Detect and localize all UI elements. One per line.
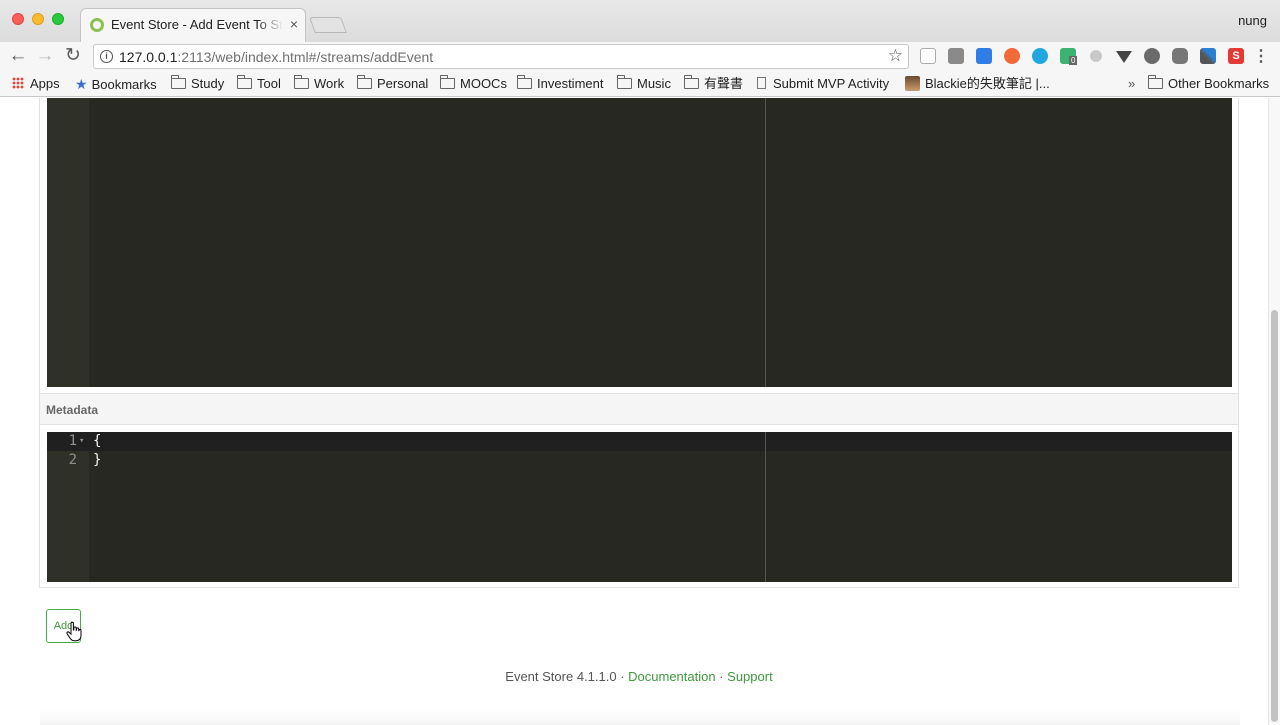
browser-tab-active[interactable]: Event Store - Add Event To Stream × <box>80 8 306 42</box>
network-extension-icon[interactable]: 0 <box>1060 48 1078 65</box>
folder-icon <box>684 75 699 89</box>
folder-icon <box>294 75 309 89</box>
address-bar[interactable]: i 127.0.0.1:2113/web/index.html#/streams… <box>93 44 909 69</box>
code-line: 1 ▾ { <box>47 432 1232 451</box>
footer-shadow <box>40 708 1240 725</box>
bookmark-bookmarks[interactable]: ★ Bookmarks <box>75 75 157 93</box>
tomato-extension-icon[interactable] <box>1144 48 1160 64</box>
code-text: } <box>93 452 102 468</box>
title-bar: Event Store - Add Event To Stream × nung <box>0 0 1280 42</box>
forward-arrow-icon[interactable]: → <box>35 46 55 66</box>
tab-title: Event Store - Add Event To Stream <box>111 17 283 32</box>
code-text: { <box>93 433 102 449</box>
s-extension-icon[interactable]: S <box>1228 48 1244 64</box>
browser-menu-icon[interactable]: ⋮ <box>1253 46 1269 66</box>
reload-icon[interactable]: ↻ <box>63 46 83 66</box>
bookmarks-overflow-icon[interactable]: » <box>1128 75 1135 93</box>
bookmark-star-icon[interactable]: ☆ <box>888 46 903 66</box>
bookmark-blackie[interactable]: Blackie的失敗筆記 |... <box>905 75 1050 93</box>
skype-extension-icon[interactable] <box>1032 48 1048 64</box>
bookmark-submit-mvp[interactable]: Submit MVP Activity <box>757 75 889 93</box>
folder-icon <box>517 75 532 89</box>
url-text[interactable]: 127.0.0.1:2113/web/index.html#/streams/a… <box>119 49 433 65</box>
bookmark-apps[interactable]: Apps <box>12 75 60 93</box>
line-extension-icon[interactable] <box>1172 48 1188 64</box>
line-number: 2 <box>68 452 77 468</box>
bookmark-folder-investiment[interactable]: Investiment <box>517 75 603 93</box>
code-line: 2 } <box>47 451 1232 470</box>
avatar-icon <box>905 76 920 91</box>
bookmark-folder-work[interactable]: Work <box>294 75 344 93</box>
folder-icon <box>440 75 455 89</box>
metadata-label: Metadata <box>46 403 99 417</box>
folder-icon <box>171 75 186 89</box>
bookmark-folder-moocs[interactable]: MOOCs <box>440 75 507 93</box>
metadata-editor[interactable]: 1 ▾ { 2 } <box>47 432 1232 582</box>
hand-cursor-icon <box>66 622 82 642</box>
site-info-icon[interactable]: i <box>100 50 113 63</box>
maximize-window-button[interactable] <box>52 13 64 25</box>
bookmarks-bar: Apps ★ Bookmarks Study Tool Work Personal… <box>0 71 1280 97</box>
page-content: Metadata 1 ▾ { 2 } Add Event Store 4.1.1… <box>0 98 1268 725</box>
bookmark-folder-tool[interactable]: Tool <box>237 75 281 93</box>
metadata-section-header: Metadata <box>40 393 1238 425</box>
new-tab-button[interactable] <box>309 17 347 33</box>
bookmark-folder-music[interactable]: Music <box>617 75 671 93</box>
browser-toolbar: ← → ↻ i 127.0.0.1:2113/web/index.html#/s… <box>0 42 1280 71</box>
footer-separator: · <box>616 669 629 684</box>
footer-version: Event Store 4.1.1.0 <box>505 669 617 684</box>
data-editor-gutter <box>47 98 89 387</box>
line-number: 1 <box>68 433 77 449</box>
back-arrow-icon[interactable]: ← <box>8 46 28 66</box>
folder-icon <box>617 75 632 89</box>
bookmark-folder-other[interactable]: Other Bookmarks <box>1148 75 1269 93</box>
profile-name[interactable]: nung <box>1238 13 1267 28</box>
grey-dot-extension-icon[interactable] <box>1090 50 1102 62</box>
apps-grid-icon <box>12 77 24 89</box>
copy-extension-icon[interactable] <box>920 48 936 64</box>
data-editor[interactable] <box>47 98 1232 387</box>
support-link[interactable]: Support <box>727 669 773 684</box>
orange-extension-icon[interactable] <box>1004 48 1020 64</box>
footer-separator: · <box>715 669 728 684</box>
event-store-favicon-icon <box>90 18 104 32</box>
close-window-button[interactable] <box>12 13 24 25</box>
tab-close-icon[interactable]: × <box>290 15 298 33</box>
eyedropper-extension-icon[interactable] <box>1200 48 1216 64</box>
trello-extension-icon[interactable] <box>948 48 964 64</box>
folder-icon <box>1148 75 1163 89</box>
bookmark-folder-study[interactable]: Study <box>171 75 224 93</box>
fold-arrow-icon[interactable]: ▾ <box>79 432 84 451</box>
page-scrollbar[interactable] <box>1268 98 1280 725</box>
minimize-window-button[interactable] <box>32 13 44 25</box>
pocket-extension-icon[interactable] <box>976 48 992 64</box>
extension-badge: 0 <box>1069 56 1078 65</box>
bookmark-folder-audiobook[interactable]: 有聲書 <box>684 75 743 93</box>
footer: Event Store 4.1.1.0 · Documentation · Su… <box>0 669 1268 684</box>
folder-icon <box>357 75 372 89</box>
scrollbar-thumb[interactable] <box>1271 310 1278 722</box>
bookmark-folder-personal[interactable]: Personal <box>357 75 428 93</box>
folder-icon <box>237 75 252 89</box>
documentation-link[interactable]: Documentation <box>628 669 715 684</box>
url-path: :2113/web/index.html#/streams/addEvent <box>177 49 434 65</box>
download-extension-icon[interactable] <box>1116 51 1132 63</box>
page-icon <box>757 77 766 89</box>
print-margin-line <box>765 98 766 387</box>
star-icon: ★ <box>75 76 88 92</box>
url-host: 127.0.0.1 <box>119 49 178 65</box>
